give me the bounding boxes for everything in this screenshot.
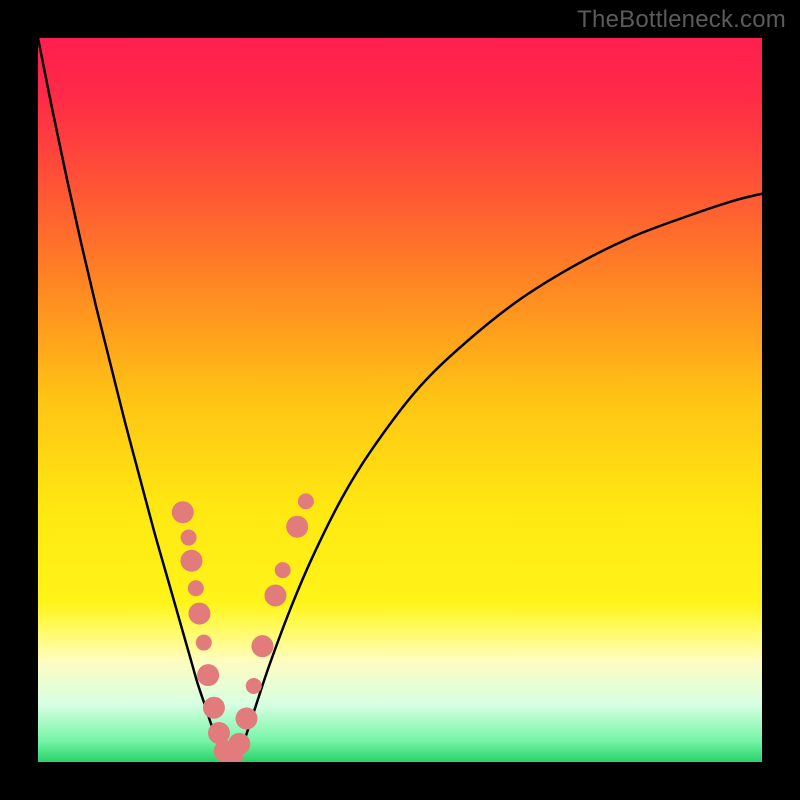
watermark-text: TheBottleneck.com <box>577 6 786 34</box>
highlight-dot <box>181 530 197 546</box>
chart-frame: TheBottleneck.com <box>0 0 800 800</box>
highlight-dot <box>286 516 308 538</box>
highlight-dot <box>203 697 225 719</box>
gradient-background <box>38 38 762 762</box>
chart-svg <box>38 38 762 762</box>
highlight-dot <box>197 664 219 686</box>
highlight-dot <box>188 580 204 596</box>
highlight-dot <box>298 493 314 509</box>
highlight-dot <box>264 584 286 606</box>
highlight-dot <box>246 678 262 694</box>
highlight-dot <box>251 635 273 657</box>
highlight-dot <box>188 603 210 625</box>
plot-area <box>38 38 762 762</box>
highlight-dot <box>172 501 194 523</box>
highlight-dot <box>228 733 250 755</box>
highlight-dot <box>196 635 212 651</box>
highlight-dot <box>236 708 258 730</box>
highlight-dot <box>180 550 202 572</box>
highlight-dot <box>275 562 291 578</box>
